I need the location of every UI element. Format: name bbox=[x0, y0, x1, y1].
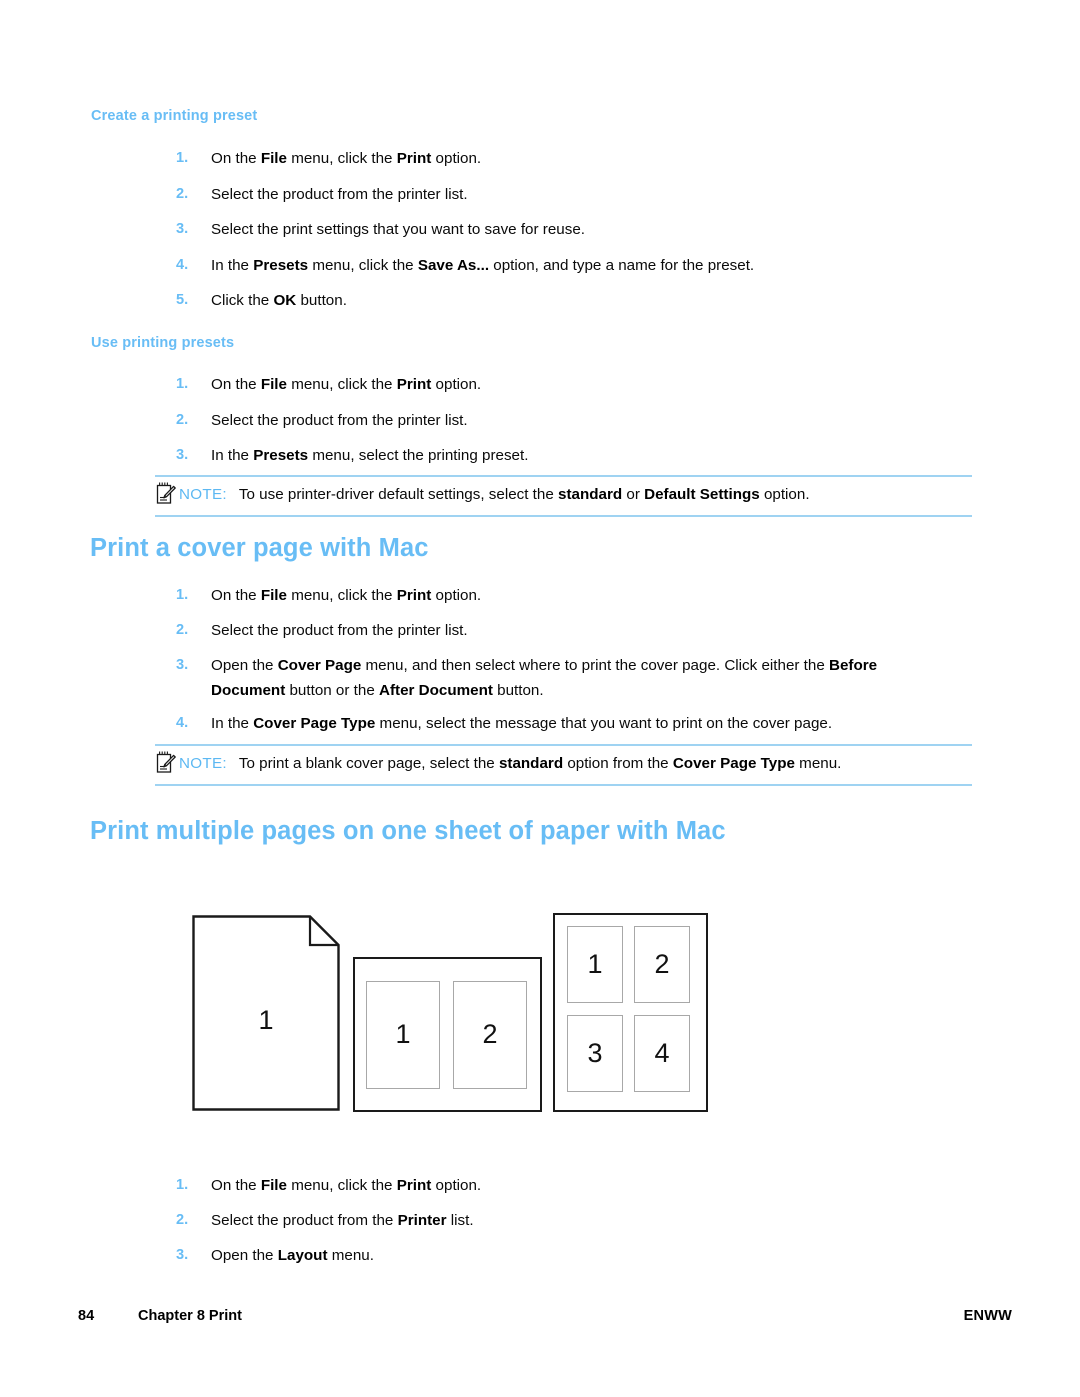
list-number: 1. bbox=[176, 376, 189, 392]
list-item: 3. Open the Layout menu. bbox=[176, 1243, 976, 1268]
note-rule-bottom bbox=[155, 784, 972, 786]
subpage: 3 bbox=[567, 1015, 623, 1092]
list-text: In the Presets menu, click the Save As..… bbox=[211, 257, 755, 274]
list-number: 2. bbox=[176, 622, 189, 638]
list-number: 2. bbox=[176, 1212, 189, 1228]
page-label: 1 bbox=[395, 1018, 411, 1049]
footer-brand: ENWW bbox=[963, 1308, 1012, 1324]
list-number: 5. bbox=[176, 292, 189, 308]
list-item: 1. On the File menu, click the Print opt… bbox=[176, 372, 976, 397]
four-up-sheet: 1 2 3 4 bbox=[553, 913, 708, 1112]
note-body: To use printer-driver default settings, … bbox=[238, 486, 810, 503]
list-text: Open the Layout menu. bbox=[211, 1247, 374, 1264]
note-label: NOTE: bbox=[179, 486, 227, 503]
pages-per-sheet-illustration: 1 1 2 1 2 3 4 bbox=[0, 908, 1080, 1118]
note-label: NOTE: bbox=[179, 755, 227, 772]
list-text: On the File menu, click the Print option… bbox=[211, 376, 482, 393]
single-page-sheet: 1 bbox=[192, 915, 340, 1111]
document-page: Create a printing preset 1. On the File … bbox=[0, 0, 1080, 1397]
list-number: 4. bbox=[176, 715, 189, 731]
list-text: On the File menu, click the Print option… bbox=[211, 150, 482, 167]
footer-page-number: 84 bbox=[78, 1308, 95, 1324]
list-text: In the Cover Page Type menu, select the … bbox=[211, 715, 833, 732]
heading-print-a-cover-page-with-mac: Print a cover page with Mac bbox=[90, 534, 429, 562]
page-label: 3 bbox=[587, 1037, 603, 1068]
note-icon bbox=[155, 481, 177, 505]
list-item: 2. Select the product from the printer l… bbox=[176, 408, 976, 433]
list-text: On the File menu, click the Print option… bbox=[211, 1177, 482, 1194]
list-item: 4. In the Cover Page Type menu, select t… bbox=[176, 711, 976, 736]
list-text: On the File menu, click the Print option… bbox=[211, 587, 482, 604]
subpage: 4 bbox=[634, 1015, 690, 1092]
page-label: 2 bbox=[482, 1018, 498, 1049]
list-text: Click the OK button. bbox=[211, 292, 347, 309]
subpage: 1 bbox=[567, 926, 623, 1003]
note-body: To print a blank cover page, select the … bbox=[238, 755, 842, 772]
subpage: 1 bbox=[366, 981, 440, 1089]
list-number: 4. bbox=[176, 257, 189, 273]
list-number: 2. bbox=[176, 186, 189, 202]
footer-chapter: Chapter 8 Print bbox=[138, 1308, 242, 1324]
list-item: 5. Click the OK button. bbox=[176, 288, 976, 313]
list-number: 1. bbox=[176, 587, 189, 603]
list-item: 3. Open the Cover Page menu, and then se… bbox=[176, 653, 936, 703]
heading-use-printing-presets: Use printing presets bbox=[91, 335, 235, 351]
list-item: 2. Select the product from the printer l… bbox=[176, 618, 976, 643]
note-rule-bottom bbox=[155, 515, 972, 517]
list-item: 1. On the File menu, click the Print opt… bbox=[176, 583, 976, 608]
two-up-sheet: 1 2 bbox=[353, 957, 542, 1112]
subpage: 2 bbox=[634, 926, 690, 1003]
heading-print-multiple-pages-on-one-sheet: Print multiple pages on one sheet of pap… bbox=[90, 817, 726, 845]
list-text: Select the product from the printer list… bbox=[211, 412, 468, 429]
list-text: Select the print settings that you want … bbox=[211, 221, 585, 238]
list-text: Open the Cover Page menu, and then selec… bbox=[211, 657, 878, 699]
page-label: 1 bbox=[587, 948, 603, 979]
list-number: 3. bbox=[176, 1247, 189, 1263]
list-number: 3. bbox=[176, 657, 189, 673]
subpage: 2 bbox=[453, 981, 527, 1089]
list-number: 1. bbox=[176, 1177, 189, 1193]
list-item: 3. In the Presets menu, select the print… bbox=[176, 443, 976, 468]
list-item: 1. On the File menu, click the Print opt… bbox=[176, 1173, 976, 1198]
list-text: In the Presets menu, select the printing… bbox=[211, 447, 529, 464]
list-item: 2. Select the product from the Printer l… bbox=[176, 1208, 976, 1233]
heading-create-a-printing-preset: Create a printing preset bbox=[91, 108, 258, 124]
note-icon bbox=[155, 750, 177, 774]
list-number: 3. bbox=[176, 221, 189, 237]
note-text: NOTE: To print a blank cover page, select… bbox=[179, 751, 972, 776]
list-number: 2. bbox=[176, 412, 189, 428]
page-label: 4 bbox=[654, 1037, 670, 1068]
list-text: Select the product from the Printer list… bbox=[211, 1212, 474, 1229]
page-label: 2 bbox=[654, 948, 670, 979]
list-number: 1. bbox=[176, 150, 189, 166]
note-box: NOTE: To print a blank cover page, select… bbox=[155, 744, 972, 786]
list-text: Select the product from the printer list… bbox=[211, 622, 468, 639]
note-text: NOTE: To use printer-driver default setti… bbox=[179, 482, 972, 507]
list-item: 1. On the File menu, click the Print opt… bbox=[176, 146, 976, 171]
list-item: 2. Select the product from the printer l… bbox=[176, 182, 976, 207]
list-item: 4. In the Presets menu, click the Save A… bbox=[176, 253, 976, 278]
list-number: 3. bbox=[176, 447, 189, 463]
page-label: 1 bbox=[258, 1005, 274, 1035]
list-text: Select the product from the printer list… bbox=[211, 186, 468, 203]
note-box: NOTE: To use printer-driver default setti… bbox=[155, 475, 972, 517]
page-footer: 84 Chapter 8 Print ENWW bbox=[0, 1308, 1080, 1332]
list-item: 3. Select the print settings that you wa… bbox=[176, 217, 976, 242]
